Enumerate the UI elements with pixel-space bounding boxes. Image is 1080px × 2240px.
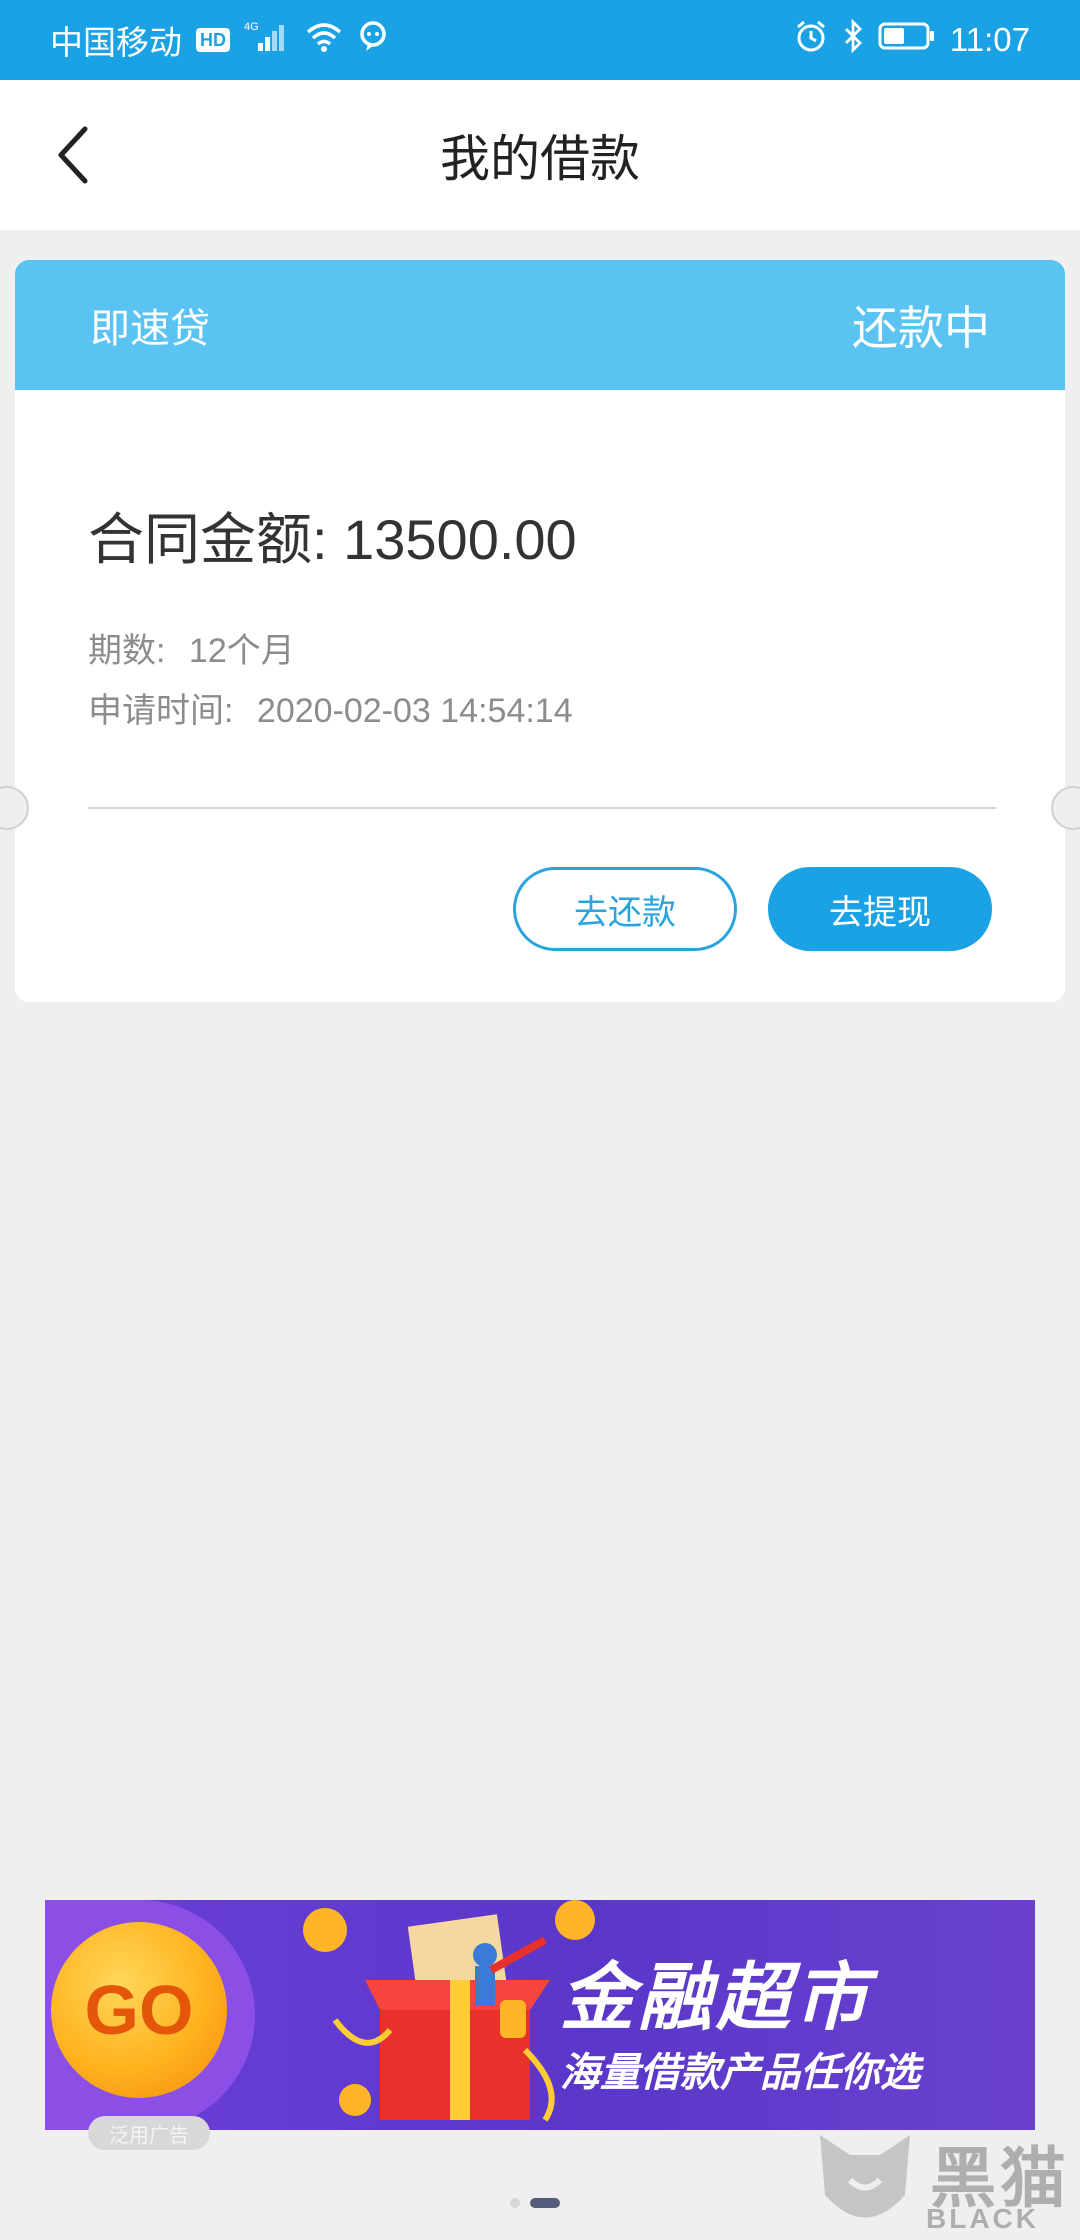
- loan-status-label: 还款中: [852, 302, 990, 354]
- battery-icon: [878, 21, 936, 59]
- loan-card-header: 即速贷 还款中: [15, 260, 1065, 390]
- ad-go-coin-icon: GO: [51, 1922, 227, 2098]
- chevron-left-icon: [58, 126, 88, 184]
- network-type-label: 4G: [244, 21, 259, 33]
- ad-label-badge: 泛用广告: [88, 2116, 210, 2150]
- bluetooth-icon: [842, 18, 864, 61]
- signal-icon: 4G: [244, 19, 290, 61]
- hd-icon: HD: [196, 28, 230, 52]
- loan-card: 即速贷 还款中 合同金额: 13500.00 期数: 12个月 申请时间: 20…: [0, 260, 1080, 1002]
- card-scallop-edge: [15, 382, 1065, 400]
- back-button[interactable]: [38, 120, 108, 190]
- cat-logo-icon: [820, 2135, 910, 2218]
- status-left: 中国移动 HD 4G: [50, 16, 388, 64]
- loan-product-name: 即速贷: [90, 307, 210, 351]
- wifi-icon: [304, 20, 344, 60]
- gift-box-icon: [303, 1900, 595, 2122]
- ad-banner[interactable]: GO 金融超市 海量借款产品任你选: [45, 1900, 1035, 2130]
- status-bar: 中国移动 HD 4G 11:07: [0, 0, 1080, 80]
- ad-title: 金融超市: [560, 1956, 872, 2039]
- pager-dot-active[interactable]: [530, 2198, 560, 2208]
- message-icon: [358, 20, 388, 60]
- clock-time: 11:07: [949, 21, 1030, 58]
- pager-dot[interactable]: [510, 2198, 520, 2208]
- periods-row: 期数: 12个月: [88, 623, 295, 672]
- contract-amount-row: 合同金额: 13500.00: [88, 495, 577, 576]
- apply-time-row: 申请时间: 2020-02-03 14:54:14: [88, 683, 573, 732]
- app-header: 我的借款: [0, 80, 1080, 230]
- repay-button[interactable]: 去还款: [513, 867, 737, 951]
- contract-amount-label: 合同金额:: [88, 508, 328, 571]
- page-title: 我的借款: [440, 131, 640, 187]
- withdraw-button[interactable]: 去提现: [768, 867, 992, 951]
- banner-pager: [510, 2198, 560, 2208]
- apply-time-value: 2020-02-03 14:54:14: [256, 692, 573, 730]
- ticket-notch-left: [0, 786, 29, 830]
- watermark-en: BLACK CAT: [926, 2203, 1039, 2240]
- apply-time-label: 申请时间:: [88, 692, 234, 730]
- alarm-icon: [794, 19, 828, 61]
- ticket-notch-right: [1051, 786, 1080, 830]
- periods-label: 期数:: [88, 632, 166, 670]
- contract-amount-value: 13500.00: [343, 508, 577, 571]
- carrier-name: 中国移动: [50, 24, 182, 61]
- ad-subtitle: 海量借款产品任你选: [560, 2051, 920, 2095]
- periods-value: 12个月: [188, 632, 295, 670]
- card-divider: [88, 807, 996, 809]
- status-right: 11:07: [794, 18, 1030, 61]
- watermark: 黑猫 BLACK CAT: [810, 2125, 1080, 2240]
